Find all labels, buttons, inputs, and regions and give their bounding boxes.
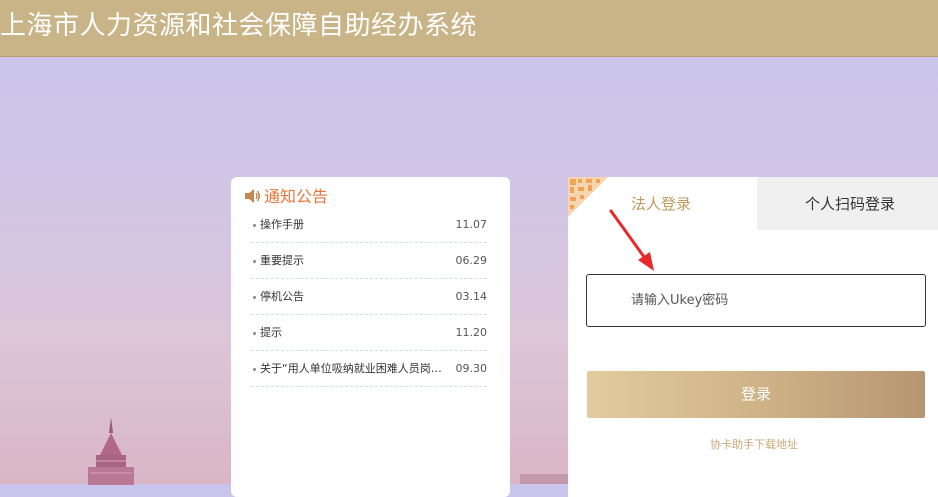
header-bar: 上海市人力资源和社会保障自助经办系统 (0, 0, 938, 57)
app-title: 上海市人力资源和社会保障自助经办系统 (0, 11, 478, 41)
tower-silhouette (88, 417, 134, 485)
login-button[interactable]: 登录 (587, 371, 925, 418)
notice-item[interactable]: 重要提示 06.29 (251, 243, 487, 279)
notice-list: 操作手册 11.07 重要提示 06.29 停机公告 03.14 提示 11.2… (251, 207, 487, 387)
notice-item[interactable]: 关于“用人单位吸纳就业困难人员岗位... 09.30 (251, 351, 487, 387)
bullet-icon (253, 260, 256, 263)
notice-item-text[interactable]: 重要提示 (260, 254, 450, 268)
ukey-placeholder: 请输入Ukey密码 (631, 293, 729, 308)
notice-item-text[interactable]: 操作手册 (260, 218, 450, 232)
download-link[interactable]: 协卡助手下载地址 (710, 438, 798, 452)
bullet-icon (253, 332, 256, 335)
building-silhouette (520, 474, 570, 484)
notice-item[interactable]: 提示 11.20 (251, 315, 487, 351)
notice-item-date: 06.29 (455, 254, 488, 267)
tab-personal-qr-login[interactable]: 个人扫码登录 (757, 177, 938, 230)
qr-corner-icon[interactable] (568, 177, 608, 217)
notice-item-text[interactable]: 停机公告 (260, 290, 450, 304)
bullet-icon (253, 224, 256, 227)
notice-item[interactable]: 操作手册 11.07 (251, 207, 487, 243)
red-arrow-annotation (609, 209, 654, 271)
speaker-icon (245, 189, 260, 203)
notice-item-date: 03.14 (455, 290, 488, 303)
notice-item-date: 11.20 (455, 326, 488, 339)
notice-panel: 通知公告 操作手册 11.07 重要提示 06.29 停机公告 03.14 提示… (231, 177, 510, 497)
notice-item-date: 09.30 (455, 362, 488, 375)
tab-personal-label[interactable]: 个人扫码登录 (805, 194, 895, 214)
notice-item-text[interactable]: 关于“用人单位吸纳就业困难人员岗位... (260, 362, 450, 376)
ukey-password-input[interactable]: 请输入Ukey密码 (586, 274, 926, 327)
notice-item[interactable]: 停机公告 03.14 (251, 279, 487, 315)
notice-item-date: 11.07 (455, 218, 488, 231)
notice-title: 通知公告 (264, 187, 329, 206)
notice-item-text[interactable]: 提示 (260, 326, 450, 340)
bullet-icon (253, 368, 256, 371)
bullet-icon (253, 296, 256, 299)
